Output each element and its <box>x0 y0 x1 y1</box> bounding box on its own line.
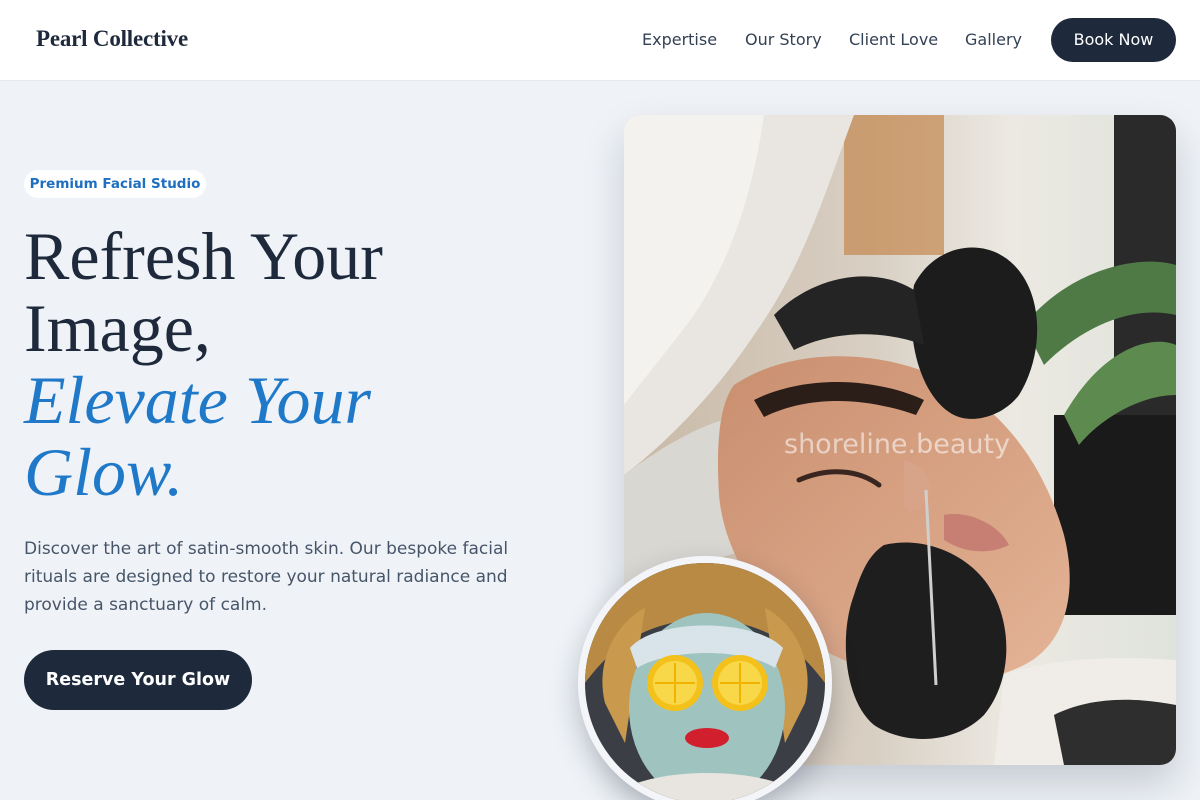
nav-link-our-story[interactable]: Our Story <box>745 30 822 49</box>
face-mask-illustration <box>585 563 825 800</box>
reserve-glow-button[interactable]: Reserve Your Glow <box>24 650 252 710</box>
headline-line-1: Refresh Your <box>24 218 383 294</box>
watermark-text: shoreline.beauty <box>784 429 1010 460</box>
book-now-button[interactable]: Book Now <box>1051 18 1176 62</box>
hero-badge: Premium Facial Studio <box>24 170 206 198</box>
headline-accent-line-1: Elevate Your <box>24 362 371 438</box>
nav-link-gallery[interactable]: Gallery <box>965 30 1022 49</box>
hero-headline: Refresh Your Image, Elevate Your Glow. <box>24 220 544 508</box>
face-mask-lemon-photo <box>578 556 832 800</box>
nav-link-expertise[interactable]: Expertise <box>642 30 717 49</box>
headline-accent-line-2: Glow. <box>24 434 184 510</box>
brand-logo[interactable]: Pearl Collective <box>36 26 188 52</box>
site-header: Pearl Collective Expertise Our Story Cli… <box>0 0 1200 81</box>
headline-line-2: Image, <box>24 290 211 366</box>
nav-link-client-love[interactable]: Client Love <box>849 30 938 49</box>
hero-description: Discover the art of satin-smooth skin. O… <box>24 539 509 615</box>
